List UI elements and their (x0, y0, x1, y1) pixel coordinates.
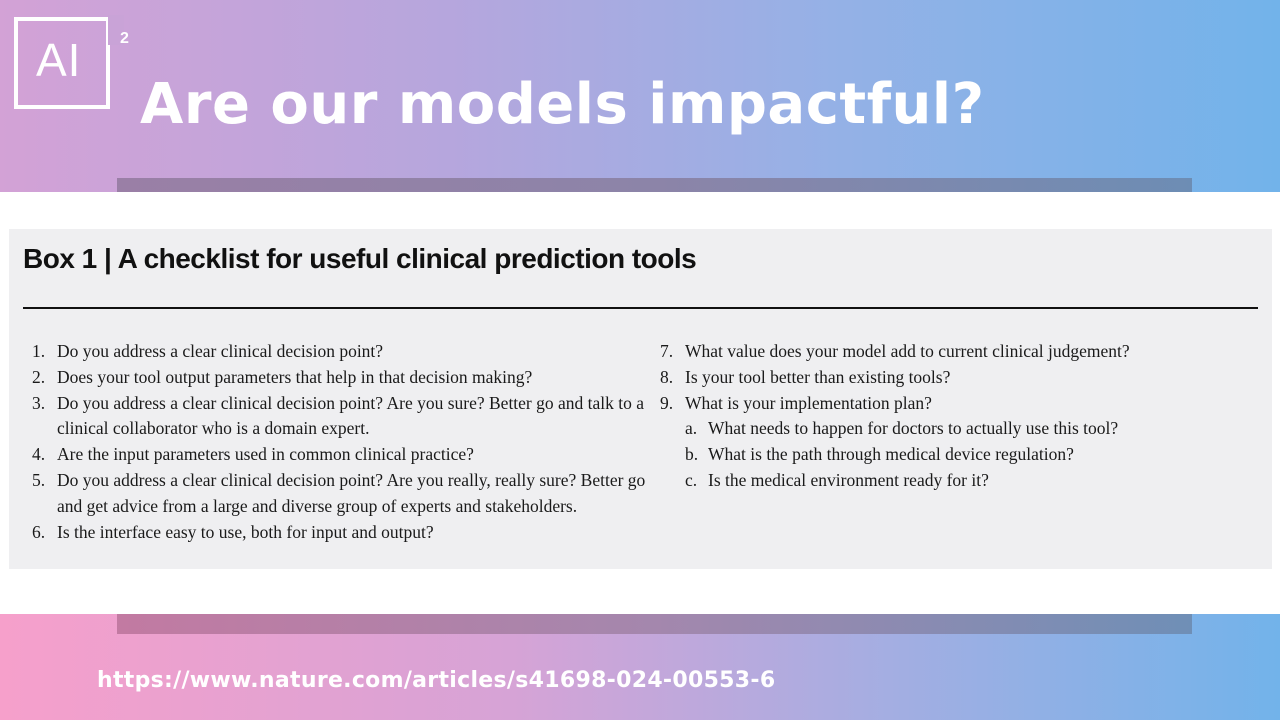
logo-superscript: 2 (120, 30, 129, 47)
checklist-left-column: 1. Do you address a clear clinical decis… (32, 339, 652, 545)
checklist-item: 1. Do you address a clear clinical decis… (32, 339, 652, 365)
source-url-link[interactable]: https://www.nature.com/articles/s41698-0… (97, 668, 775, 693)
title-divider (23, 307, 1258, 309)
checklist-item: 9. What is your implementation plan? (660, 391, 1260, 417)
footer-shadow-strip (117, 614, 1192, 634)
checklist-item: 8. Is your tool better than existing too… (660, 365, 1260, 391)
box-title: Box 1 | A checklist for useful clinical … (23, 243, 697, 274)
checklist-box: Box 1 | A checklist for useful clinical … (9, 229, 1272, 569)
checklist-right-column: 7. What value does your model add to cur… (660, 339, 1260, 494)
checklist-item: 5. Do you address a clear clinical decis… (32, 468, 652, 520)
checklist-item: 3. Do you address a clear clinical decis… (32, 391, 652, 443)
sub-item-letter: a. (685, 418, 698, 439)
item-number: 8. (660, 366, 674, 387)
item-number: 4. (32, 444, 46, 465)
header-shadow-strip (117, 178, 1192, 192)
checklist-sub-item: c. Is the medical environment ready for … (660, 468, 1260, 494)
item-number: 3. (32, 392, 46, 413)
slide-title: Are our models impactful? (140, 72, 985, 137)
checklist-item: 2. Does your tool output parameters that… (32, 365, 652, 391)
item-text: Does your tool output parameters that he… (57, 366, 533, 387)
item-text: Is the interface easy to use, both for i… (57, 521, 434, 542)
item-text: Do you address a clear clinical decision… (57, 469, 646, 516)
checklist-sub-item: b. What is the path through medical devi… (660, 442, 1260, 468)
checklist-sub-item: a. What needs to happen for doctors to a… (660, 416, 1260, 442)
item-number: 5. (32, 469, 46, 490)
item-number: 9. (660, 392, 674, 413)
sub-item-text: What needs to happen for doctors to actu… (708, 418, 1119, 439)
ai-squared-logo: AI 2 (14, 15, 129, 109)
checklist-item: 4. Are the input parameters used in comm… (32, 442, 652, 468)
sub-item-text: Is the medical environment ready for it? (708, 469, 989, 490)
item-number: 2. (32, 366, 46, 387)
item-number: 6. (32, 521, 46, 542)
item-number: 1. (32, 341, 46, 361)
item-text: What value does your model add to curren… (685, 341, 1130, 361)
checklist-item: 6. Is the interface easy to use, both fo… (32, 520, 652, 546)
item-text: Do you address a clear clinical decision… (57, 341, 384, 361)
item-text: Is your tool better than existing tools? (685, 366, 951, 387)
checklist-item: 7. What value does your model add to cur… (660, 339, 1260, 365)
logo-text: AI (36, 34, 82, 86)
item-text: Are the input parameters used in common … (57, 444, 474, 465)
item-text: Do you address a clear clinical decision… (57, 392, 645, 439)
sub-item-text: What is the path through medical device … (708, 444, 1074, 465)
item-text: What is your implementation plan? (685, 392, 932, 413)
sub-item-letter: c. (685, 469, 698, 490)
sub-item-letter: b. (685, 444, 699, 465)
item-number: 7. (660, 341, 674, 361)
